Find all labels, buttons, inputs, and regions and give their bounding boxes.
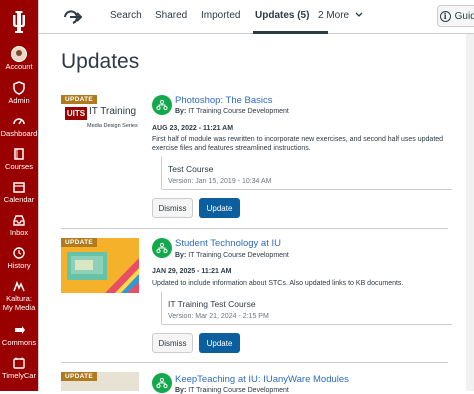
card-divider	[61, 228, 448, 229]
update-card: UPDATE KeepTeaching at IU: IUanyWare Mod…	[61, 372, 448, 394]
target-course-version: Version: Mar 21, 2024 - 2:15 PM	[168, 313, 269, 320]
course-icon	[152, 373, 172, 393]
top-tab-bar: Search Shared Imported Updates (5) 2 Mor…	[39, 0, 474, 34]
nav-admin[interactable]: Admin	[0, 80, 38, 112]
author-label: By:	[175, 108, 187, 115]
commons-home-icon[interactable]	[61, 8, 85, 26]
nav-account[interactable]: Account	[0, 46, 38, 78]
nav-label-commons: Commons	[1, 338, 37, 347]
shield-icon	[13, 81, 25, 95]
nav-calendar[interactable]: Calendar	[0, 179, 38, 211]
nav-label-timely: TimelyCar	[2, 371, 36, 380]
nav-label-inbox: Inbox	[9, 228, 29, 237]
target-divider	[162, 189, 452, 190]
update-description: Updated to include information about STC…	[152, 280, 404, 287]
author-name: IT Training Course Development	[188, 252, 289, 259]
update-badge: UPDATE	[61, 95, 98, 104]
nav-courses[interactable]: Courses	[0, 146, 38, 178]
update-button[interactable]: Update	[199, 198, 240, 218]
card-divider	[61, 362, 448, 363]
target-course-name: Test Course	[168, 164, 214, 174]
tab-more-label: 2 More	[318, 10, 350, 21]
nav-label-account: Account	[5, 62, 33, 71]
update-title-link[interactable]: Photoshop: The Basics	[175, 95, 273, 106]
nav-commons[interactable]: Commons	[0, 322, 38, 354]
nav-timely[interactable]: TimelyCar	[0, 355, 38, 387]
nav-inbox[interactable]: Inbox	[0, 212, 38, 244]
update-title-link[interactable]: KeepTeaching at IU: IUanyWare Modules	[175, 374, 349, 385]
clock-icon	[13, 247, 25, 259]
author-label: By:	[175, 252, 187, 259]
course-icon	[152, 238, 172, 258]
nav-history[interactable]: History	[0, 245, 38, 277]
inbox-icon	[13, 215, 25, 226]
target-course-version: Version: Jan 15, 2019 - 10:34 AM	[168, 178, 272, 185]
calendar-icon	[13, 182, 25, 193]
iu-trident-icon	[13, 11, 25, 33]
global-nav: Account Admin Dashboard Courses Calendar…	[0, 0, 38, 391]
target-course-name: IT Training Test Course	[168, 299, 256, 309]
nav-label-courses: Courses	[5, 162, 33, 171]
guides-label: Guides	[454, 10, 474, 22]
dismiss-button[interactable]: Dismiss	[152, 333, 193, 353]
nav-label-history: History	[7, 261, 31, 270]
active-tab-indicator	[253, 31, 328, 34]
info-icon: i	[439, 10, 451, 22]
tab-shared[interactable]: Shared	[155, 10, 187, 21]
update-title-link[interactable]: Student Technology at IU	[175, 238, 281, 249]
course-target: Test Course Version: Jan 15, 2019 - 10:3…	[161, 157, 452, 190]
scrollbar[interactable]	[466, 34, 474, 391]
nav-dashboard[interactable]: Dashboard	[0, 113, 38, 145]
thumb-uits: UITS	[65, 107, 87, 120]
tab-more[interactable]: 2 More	[318, 10, 363, 21]
timely-icon	[13, 357, 25, 369]
update-card: UITS IT Training Media Design Series UPD…	[61, 95, 452, 229]
course-thumbnail: UPDATE	[61, 372, 139, 391]
nav-kaltura[interactable]: Kaltura: My Media	[0, 278, 38, 318]
update-author: By: IT Training Course Development	[175, 252, 289, 259]
chevron-down-icon	[355, 12, 363, 17]
sitemap-icon	[156, 99, 168, 111]
course-thumbnail: UITS IT Training Media Design Series UPD…	[61, 95, 139, 150]
nav-divider	[38, 0, 39, 391]
nav-label-admin: Admin	[8, 96, 30, 105]
update-card: UPDATE Student Technology at IU By: IT T…	[61, 238, 452, 363]
nav-label-calendar: Calendar	[3, 195, 35, 204]
course-target: IT Training Test Course Version: Mar 21,…	[161, 292, 452, 325]
sitemap-icon	[156, 377, 168, 389]
guides-button[interactable]: i Guides	[437, 5, 474, 27]
iu-logo[interactable]	[0, 4, 38, 40]
update-date: JAN 29, 2025 - 11:21 AM	[152, 268, 232, 275]
update-badge: UPDATE	[61, 372, 98, 381]
tab-search[interactable]: Search	[110, 10, 142, 21]
page-title: Updates	[61, 50, 140, 73]
update-button[interactable]: Update	[199, 333, 240, 353]
book-icon	[14, 148, 24, 160]
author-name: IT Training Course Development	[188, 108, 289, 115]
dashboard-icon	[13, 118, 25, 125]
target-divider	[162, 324, 452, 325]
course-thumbnail: UPDATE	[61, 238, 139, 293]
nav-label-dashboard: Dashboard	[0, 129, 38, 138]
tab-imported[interactable]: Imported	[201, 10, 240, 21]
update-badge: UPDATE	[61, 238, 98, 247]
tab-updates[interactable]: Updates (5)	[255, 10, 309, 21]
commons-icon	[15, 326, 25, 334]
kaltura-icon	[13, 280, 25, 292]
update-date: AUG 23, 2022 - 11:21 AM	[152, 125, 234, 132]
course-icon	[152, 95, 172, 115]
update-description: First half of module was rewritten to in…	[152, 136, 444, 152]
update-author: By: IT Training Course Development	[175, 108, 289, 115]
thumb-series: Media Design Series	[87, 123, 138, 129]
sitemap-icon	[156, 242, 168, 254]
nav-label-kaltura: Kaltura: My Media	[2, 294, 36, 312]
avatar-icon	[11, 46, 27, 62]
dismiss-button[interactable]: Dismiss	[152, 198, 193, 218]
thumb-it-training: IT Training	[89, 106, 137, 117]
